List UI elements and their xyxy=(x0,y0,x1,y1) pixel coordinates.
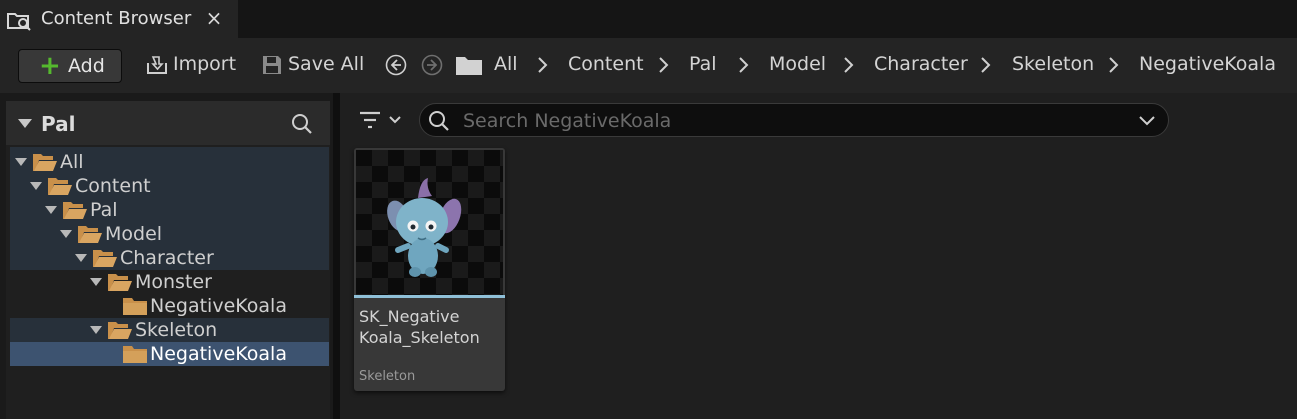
search-icon xyxy=(429,111,449,131)
tree-item-content[interactable]: Content xyxy=(10,174,329,198)
import-icon xyxy=(147,56,167,74)
open-folder-icon xyxy=(33,154,57,171)
expand-arrow-icon[interactable] xyxy=(30,182,42,190)
chevron-right-icon[interactable] xyxy=(1106,56,1120,74)
expand-arrow-icon[interactable] xyxy=(90,278,102,286)
breadcrumb-skeleton[interactable]: Skeleton xyxy=(1012,53,1094,75)
open-folder-icon xyxy=(108,322,132,339)
sources-header-title: Pal xyxy=(41,112,76,136)
chevron-right-icon[interactable] xyxy=(535,56,549,74)
breadcrumb-character[interactable]: Character xyxy=(874,53,968,75)
folder-icon xyxy=(456,57,482,75)
expand-arrow-icon[interactable] xyxy=(45,206,57,214)
collapse-arrow-icon[interactable] xyxy=(18,119,32,128)
import-label: Import xyxy=(173,53,237,75)
open-folder-icon xyxy=(78,226,102,243)
tree-item-label: All xyxy=(60,151,84,173)
expand-arrow-icon[interactable] xyxy=(75,254,87,262)
asset-name-line1: SK_Negative xyxy=(359,307,460,326)
save-icon xyxy=(263,56,281,74)
breadcrumb-content[interactable]: Content xyxy=(568,53,644,75)
import-button[interactable]: Import xyxy=(145,52,237,78)
tree-item-monster[interactable]: Monster xyxy=(10,270,329,294)
plus-icon: + xyxy=(39,51,61,81)
tab-title: Content Browser xyxy=(41,8,192,29)
asset-type-color-bar xyxy=(354,295,505,298)
expand-arrow-icon[interactable] xyxy=(15,158,27,166)
expand-arrow-icon[interactable] xyxy=(90,326,102,334)
asset-thumbnail xyxy=(356,150,503,295)
search-icon[interactable] xyxy=(290,112,314,136)
tree-item-label: Monster xyxy=(135,271,212,293)
forward-icon[interactable] xyxy=(421,54,443,76)
chevron-right-icon[interactable] xyxy=(978,56,992,74)
tab-strip: Content Browser × xyxy=(0,0,1297,39)
tree-item-label: Content xyxy=(75,175,151,197)
search-input[interactable] xyxy=(461,108,1115,134)
chevron-right-icon[interactable] xyxy=(736,56,750,74)
breadcrumb-pal[interactable]: Pal xyxy=(689,53,717,75)
tree-item-negativekoala-monster[interactable]: NegativeKoala xyxy=(10,294,329,318)
tree-item-label: NegativeKoala xyxy=(150,295,287,317)
chevron-right-icon[interactable] xyxy=(841,56,855,74)
filter-icon[interactable] xyxy=(358,108,406,132)
open-folder-icon xyxy=(63,202,87,219)
sources-header[interactable]: Pal xyxy=(6,101,330,145)
breadcrumb-model[interactable]: Model xyxy=(769,53,826,75)
asset-name-line2: Koala_Skeleton xyxy=(359,328,480,347)
tree-item-label: Skeleton xyxy=(135,319,218,341)
expand-arrow-icon[interactable] xyxy=(60,230,72,238)
close-icon[interactable]: × xyxy=(205,7,223,29)
add-button[interactable]: + Add xyxy=(18,49,122,83)
tree-item-pal[interactable]: Pal xyxy=(10,198,329,222)
folder-icon xyxy=(123,298,147,315)
tree-item-skeleton[interactable]: Skeleton xyxy=(10,318,329,342)
asset-name: SK_Negative Koala_Skeleton xyxy=(359,306,499,348)
content-browser-icon xyxy=(7,13,31,31)
search-box[interactable] xyxy=(419,103,1169,137)
open-folder-icon xyxy=(108,274,132,291)
asset-tile[interactable]: SK_Negative Koala_Skeleton Skeleton xyxy=(354,148,505,391)
tree-item-label: Pal xyxy=(90,199,118,221)
tree-item-character[interactable]: Character xyxy=(10,246,329,270)
open-folder-icon xyxy=(48,178,72,195)
panel-splitter[interactable] xyxy=(333,93,340,419)
chevron-down-icon[interactable] xyxy=(1138,113,1156,129)
chevron-right-icon[interactable] xyxy=(656,56,670,74)
breadcrumb-negativekoala[interactable]: NegativeKoala xyxy=(1139,53,1276,75)
tree-item-model[interactable]: Model xyxy=(10,222,329,246)
save-all-button[interactable]: Save All xyxy=(260,52,365,78)
save-all-label: Save All xyxy=(288,53,365,75)
toolbar: + Add Import Save All All Content Pal Mo… xyxy=(0,38,1297,93)
folder-icon xyxy=(123,346,147,363)
tree-item-label: Model xyxy=(105,223,163,245)
tree-item-label: NegativeKoala xyxy=(150,343,287,365)
koala-thumbnail-icon xyxy=(387,178,462,277)
asset-type-label: Skeleton xyxy=(359,369,416,384)
back-icon[interactable] xyxy=(385,54,407,76)
tree-item-label: Character xyxy=(120,247,214,269)
open-folder-icon xyxy=(93,250,117,267)
tree-item-all[interactable]: All xyxy=(10,150,329,174)
tree-item-negativekoala-skeleton[interactable]: NegativeKoala xyxy=(10,342,329,366)
breadcrumb-all[interactable]: All xyxy=(494,53,518,75)
add-label: Add xyxy=(68,55,105,77)
tab-content-browser[interactable]: Content Browser × xyxy=(0,0,238,39)
